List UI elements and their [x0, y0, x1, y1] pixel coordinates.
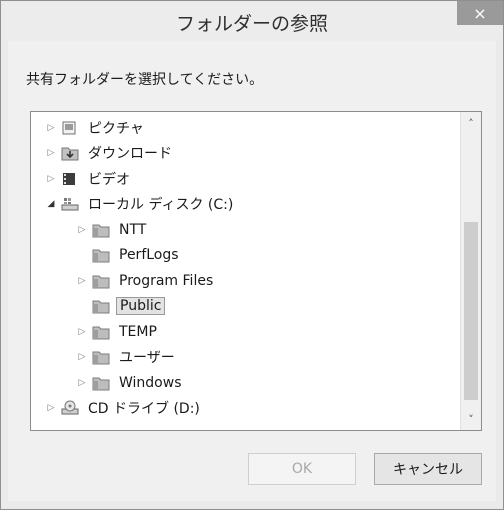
tree-item[interactable]: ◢ ローカル ディスク (C:)	[31, 192, 459, 218]
expand-arrow-icon[interactable]: ▷	[76, 275, 88, 287]
folder-icon	[92, 272, 110, 289]
folder-icon	[92, 221, 110, 238]
tree-item[interactable]: ▷ TEMP	[31, 319, 459, 345]
expand-arrow-icon[interactable]: ▷	[45, 122, 57, 134]
tree-item-label: ダウンロード	[88, 146, 172, 163]
cd-drive-icon	[61, 400, 79, 417]
tree-item-label: Public	[116, 297, 166, 316]
tree-item-label: ビデオ	[88, 171, 130, 188]
tree-item[interactable]: ▷ ビデオ	[31, 166, 459, 192]
tree-item-label: TEMP	[119, 323, 157, 340]
tree-item[interactable]: ▷ ユーザー	[31, 345, 459, 371]
title-bar[interactable]: フォルダーの参照 ×	[1, 1, 503, 41]
tree-item-label: ピクチャ	[88, 120, 144, 137]
folder-icon	[92, 349, 110, 366]
dialog-title: フォルダーの参照	[175, 13, 328, 35]
folder-icon	[92, 298, 110, 315]
collapse-arrow-icon[interactable]: ◢	[45, 198, 57, 210]
tree-item-label: CD ドライブ (D:)	[88, 401, 200, 418]
local-disk-icon	[61, 196, 79, 213]
tree-item[interactable]: PerfLogs	[31, 243, 459, 269]
vertical-scrollbar[interactable]: ˄ ˅	[460, 112, 481, 430]
tree-item[interactable]: ▷ Program Files	[31, 268, 459, 294]
tree-item-label: ユーザー	[119, 350, 175, 367]
scroll-down-button[interactable]: ˅	[461, 410, 481, 428]
tree-item[interactable]: Public	[31, 294, 459, 320]
expand-arrow-icon[interactable]: ▷	[45, 147, 57, 159]
ok-button[interactable]: OK	[248, 453, 356, 485]
tree-item[interactable]: ▷ ダウンロード	[31, 141, 459, 167]
scrollbar-thumb[interactable]	[464, 222, 478, 400]
expand-arrow-icon[interactable]: ▷	[76, 351, 88, 363]
tree-item[interactable]: ▷ ピクチャ	[31, 115, 459, 141]
expand-arrow-icon[interactable]: ▷	[76, 326, 88, 338]
scroll-up-button[interactable]: ˄	[461, 114, 481, 132]
tree-item[interactable]: ▷ Windows	[31, 370, 459, 396]
expand-arrow-icon[interactable]: ▷	[45, 173, 57, 185]
tree-item-label: Program Files	[119, 272, 214, 289]
dialog-body: 共有フォルダーを選択してください。 ▷ ピクチャ ▷ ダウンロード ▷ ビデオ ◢ ローカル …	[8, 41, 496, 501]
tree-item-label: NTT	[119, 221, 147, 238]
expand-arrow-icon[interactable]: ▷	[76, 224, 88, 236]
expand-arrow-icon[interactable]: ▷	[45, 402, 57, 414]
chevron-up-icon: ˄	[468, 116, 474, 130]
instruction-text: 共有フォルダーを選択してください。	[26, 72, 264, 88]
videos-library-icon	[61, 170, 79, 187]
folder-tree-list: ▷ ピクチャ ▷ ダウンロード ▷ ビデオ ◢ ローカル ディスク (C:) ▷ NTT PerfL…	[31, 115, 459, 421]
chevron-down-icon: ˅	[468, 412, 474, 426]
close-icon: ×	[473, 3, 487, 23]
tree-item-label: Windows	[119, 374, 182, 391]
folder-tree[interactable]: ▷ ピクチャ ▷ ダウンロード ▷ ビデオ ◢ ローカル ディスク (C:) ▷ NTT PerfL…	[30, 111, 482, 431]
tree-item[interactable]: ▷ NTT	[31, 217, 459, 243]
folder-icon	[92, 247, 110, 264]
downloads-folder-icon	[61, 145, 79, 162]
folder-browse-dialog: フォルダーの参照 × 共有フォルダーを選択してください。 ▷ ピクチャ ▷ ダウンロー…	[0, 0, 504, 510]
pictures-library-icon	[61, 119, 79, 136]
close-button[interactable]: ×	[457, 1, 503, 25]
expand-arrow-icon[interactable]: ▷	[76, 377, 88, 389]
cancel-button[interactable]: キャンセル	[374, 453, 482, 485]
folder-icon	[92, 323, 110, 340]
tree-item[interactable]: ▷ CD ドライブ (D:)	[31, 396, 459, 422]
tree-item-label: ローカル ディスク (C:)	[88, 197, 234, 214]
tree-item-label: PerfLogs	[119, 247, 179, 264]
folder-icon	[92, 374, 110, 391]
